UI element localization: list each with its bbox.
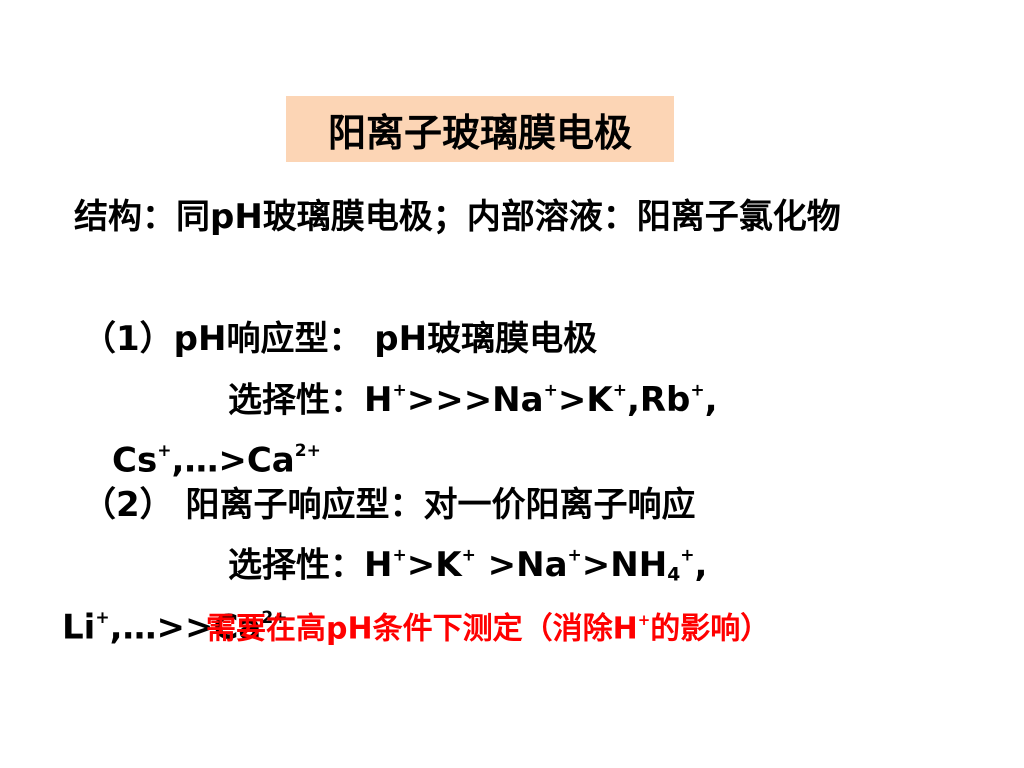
section2-label: （2） 阳离子响应型：对一价阳离子响应 (82, 485, 696, 525)
section2-selectivity: 选择性：H+>K+ >Na+>NH4+, (228, 548, 707, 586)
section1-selectivity-cont: Cs+,…>Ca2+ (112, 440, 321, 481)
section1-selectivity-prefix: 选择性： (228, 380, 364, 421)
note-text: 需要在高pH条件下测定（消除H+的影响） (206, 611, 771, 647)
title-box: 阳离子玻璃膜电极 (286, 96, 674, 162)
section1-label: （1）pH响应型： pH玻璃膜电极 (82, 319, 598, 359)
section1-selectivity-text: H+>>>Na+>K+,Rb+, (364, 380, 718, 421)
slide-title: 阳离子玻璃膜电极 (327, 110, 632, 155)
section2-selectivity-text: H+>K+ >Na+>NH4+, (364, 545, 708, 586)
section2-selectivity-prefix: 选择性： (228, 545, 364, 586)
structure-line: 结构：同pH玻璃膜电极；内部溶液：阳离子氯化物 (74, 197, 841, 237)
section1-selectivity: 选择性：H+>>>Na+>K+,Rb+, (228, 380, 718, 421)
